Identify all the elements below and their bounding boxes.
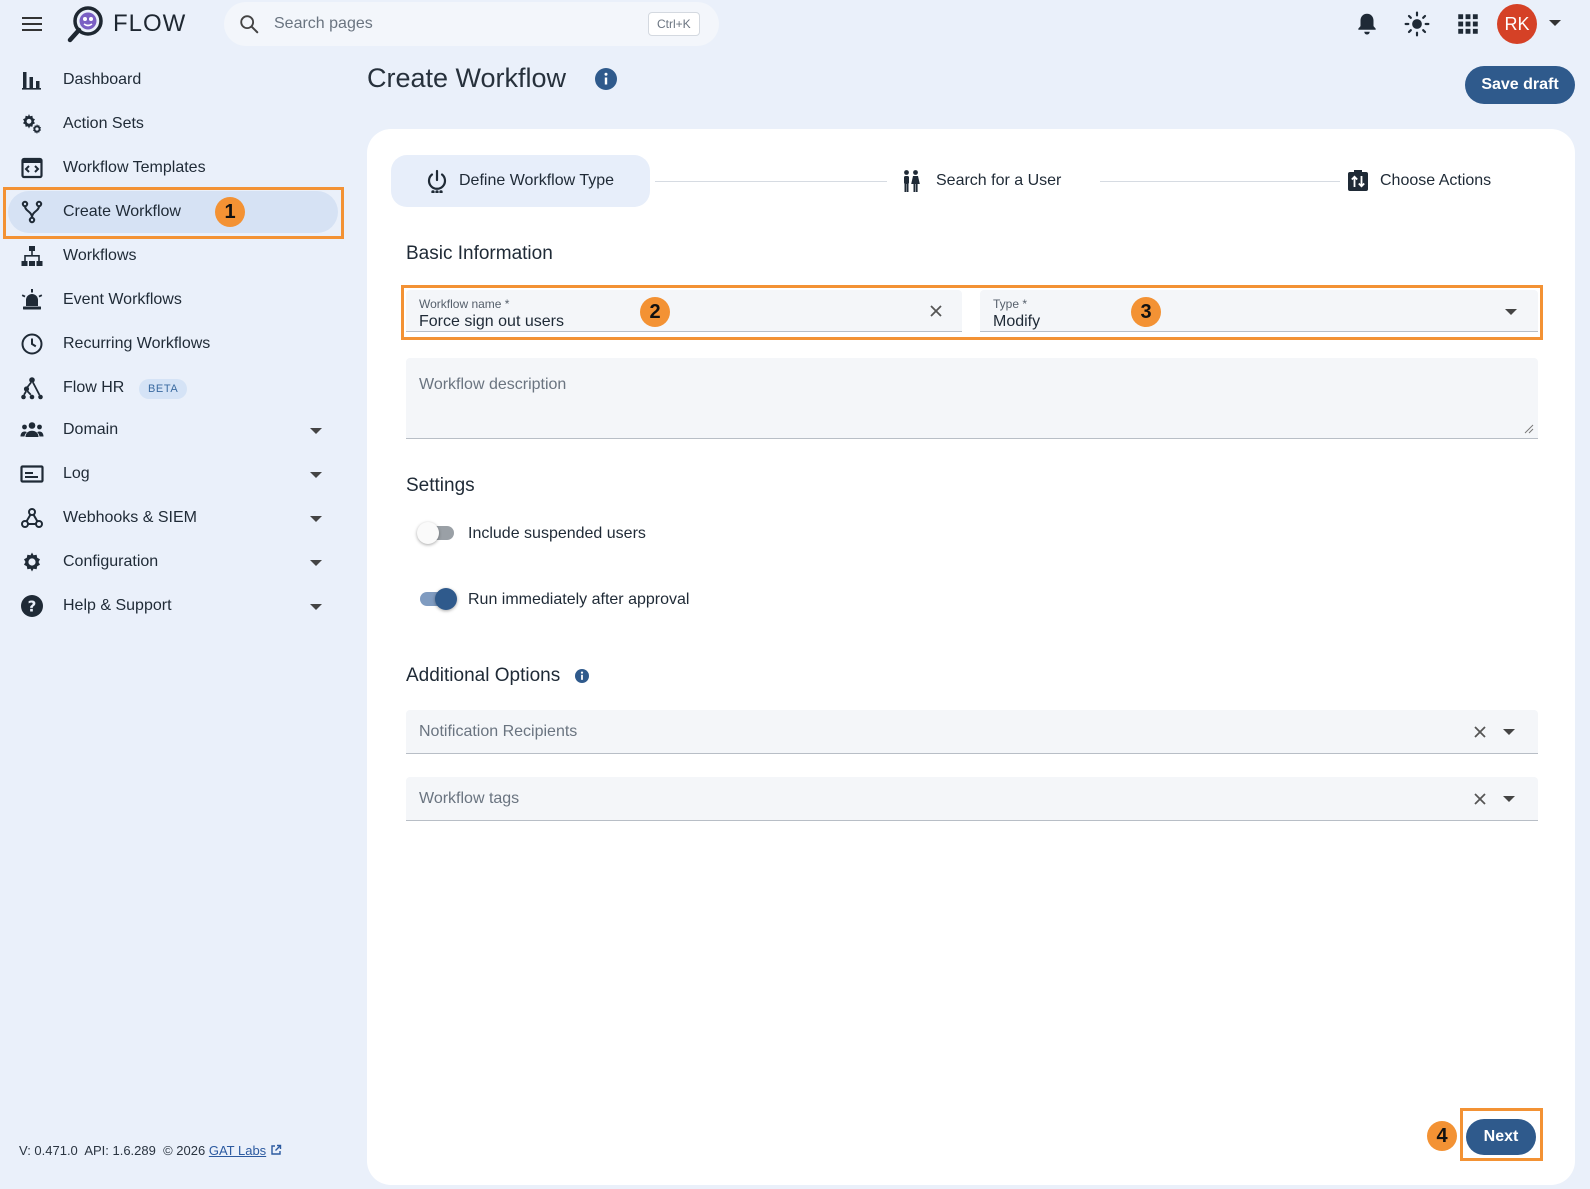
sidebar-item-log[interactable]: Log bbox=[8, 453, 338, 495]
version-footer: V: 0.471.0 API: 1.6.289 © 2026 GAT Labs bbox=[19, 1143, 282, 1158]
clear-icon[interactable] bbox=[1471, 723, 1489, 741]
brightness-icon[interactable] bbox=[1404, 11, 1430, 37]
sidebar-item-dashboard[interactable]: Dashboard bbox=[8, 59, 338, 101]
workflow-tags-select[interactable]: Workflow tags bbox=[406, 777, 1538, 821]
search-bar[interactable]: Ctrl+K bbox=[224, 2, 719, 46]
search-input[interactable] bbox=[274, 10, 634, 38]
step-search-for-a-user[interactable]: Search for a User bbox=[895, 155, 1075, 207]
clear-icon[interactable] bbox=[927, 302, 945, 320]
user-avatar[interactable]: RK bbox=[1497, 4, 1537, 44]
sidebar-item-recurring-workflows[interactable]: Recurring Workflows bbox=[8, 323, 338, 365]
step-define-workflow-type[interactable]: Define Workflow Type bbox=[391, 155, 650, 207]
sitemap-icon bbox=[20, 244, 44, 268]
help-icon: ? bbox=[20, 594, 44, 618]
template-icon bbox=[20, 156, 44, 180]
chevron-down-icon[interactable] bbox=[1503, 729, 1515, 735]
step-choose-actions[interactable]: Choose Actions bbox=[1344, 155, 1514, 207]
chevron-down-icon bbox=[310, 604, 322, 610]
sidebar-item-domain[interactable]: Domain bbox=[8, 409, 338, 451]
copyright: © 2026 bbox=[163, 1143, 206, 1158]
webhook-icon bbox=[20, 506, 44, 530]
run-immediately-label: Run immediately after approval bbox=[468, 591, 690, 608]
gear-icon bbox=[20, 550, 44, 574]
chevron-down-icon bbox=[310, 428, 322, 434]
chevron-down-icon bbox=[310, 560, 322, 566]
workflow-description-field[interactable]: Workflow description bbox=[406, 358, 1538, 439]
include-suspended-label: Include suspended users bbox=[468, 525, 646, 542]
chevron-down-icon[interactable] bbox=[1503, 796, 1515, 802]
run-immediately-toggle[interactable] bbox=[417, 587, 457, 611]
brand-name: FLOW bbox=[113, 10, 187, 37]
page-title: Create Workflow bbox=[367, 63, 567, 93]
info-icon[interactable] bbox=[595, 68, 617, 90]
bar-chart-icon bbox=[20, 68, 44, 92]
beta-badge: BETA bbox=[139, 379, 188, 399]
log-icon bbox=[20, 462, 44, 486]
basic-information-title: Basic Information bbox=[406, 243, 553, 264]
chevron-down-icon bbox=[310, 516, 322, 522]
bell-icon[interactable] bbox=[1354, 11, 1380, 37]
user-menu-caret-icon[interactable] bbox=[1549, 20, 1561, 26]
workflow-name-field[interactable]: Workflow name * Force sign out users bbox=[406, 290, 962, 332]
sidebar-item-create-workflow[interactable]: Create Workflow bbox=[8, 191, 338, 233]
next-button[interactable]: Next bbox=[1466, 1119, 1536, 1155]
power-icon bbox=[425, 169, 449, 193]
sidebar-item-action-sets[interactable]: Action Sets bbox=[8, 103, 338, 145]
users-icon bbox=[20, 418, 44, 442]
sidebar-item-help-support[interactable]: ? Help & Support bbox=[8, 585, 338, 627]
external-link-icon bbox=[270, 1144, 282, 1156]
clock-icon bbox=[20, 332, 44, 356]
type-select[interactable]: Type * Modify bbox=[980, 290, 1538, 332]
chevron-down-icon bbox=[310, 472, 322, 478]
step-connector bbox=[1100, 181, 1340, 182]
alarm-icon bbox=[20, 288, 44, 312]
sidebar-item-event-workflows[interactable]: Event Workflows bbox=[8, 279, 338, 321]
menu-icon[interactable] bbox=[20, 12, 44, 36]
settings-title: Settings bbox=[406, 475, 475, 496]
workflow-form-card bbox=[367, 129, 1575, 1185]
annotation-badge-2: 2 bbox=[640, 297, 670, 327]
step-connector bbox=[655, 181, 887, 182]
save-draft-button[interactable]: Save draft bbox=[1465, 66, 1575, 104]
swap-icon bbox=[1346, 169, 1370, 193]
sidebar-item-configuration[interactable]: Configuration bbox=[8, 541, 338, 583]
apps-grid-icon[interactable] bbox=[1455, 11, 1481, 37]
clear-icon[interactable] bbox=[1471, 790, 1489, 808]
sidebar-item-workflows[interactable]: Workflows bbox=[8, 235, 338, 277]
type-selected-value: Modify bbox=[993, 313, 1041, 330]
workflow-description-placeholder: Workflow description bbox=[419, 376, 567, 393]
annotation-badge-1: 1 bbox=[215, 197, 245, 227]
svg-text:?: ? bbox=[28, 598, 37, 616]
people-icon bbox=[899, 169, 923, 193]
info-icon[interactable] bbox=[574, 668, 590, 684]
annotation-badge-3: 3 bbox=[1131, 297, 1161, 327]
additional-options-title: Additional Options bbox=[406, 665, 561, 686]
top-bar: FLOW Ctrl+K RK bbox=[0, 0, 1590, 48]
gears-icon bbox=[20, 112, 44, 136]
search-shortcut-hint: Ctrl+K bbox=[648, 12, 700, 36]
branch-icon bbox=[20, 200, 44, 224]
app-version: V: 0.471.0 bbox=[19, 1143, 78, 1158]
sidebar-item-flow-hr[interactable]: Flow HR BETA bbox=[8, 367, 338, 409]
workflow-name-input[interactable]: Force sign out users bbox=[419, 313, 564, 331]
notification-recipients-select[interactable]: Notification Recipients bbox=[406, 710, 1538, 754]
sidebar-item-workflow-templates[interactable]: Workflow Templates bbox=[8, 147, 338, 189]
flow-logo-icon bbox=[66, 4, 106, 44]
api-version: API: 1.6.289 bbox=[84, 1143, 156, 1158]
sidebar-item-webhooks-siem[interactable]: Webhooks & SIEM bbox=[8, 497, 338, 539]
include-suspended-toggle[interactable] bbox=[417, 521, 457, 545]
hierarchy-icon bbox=[20, 376, 44, 400]
search-icon bbox=[238, 13, 260, 35]
annotation-badge-4: 4 bbox=[1427, 1121, 1457, 1151]
chevron-down-icon[interactable] bbox=[1505, 309, 1517, 315]
resize-handle-icon[interactable] bbox=[1524, 424, 1534, 434]
gat-labs-link[interactable]: GAT Labs bbox=[209, 1143, 266, 1158]
